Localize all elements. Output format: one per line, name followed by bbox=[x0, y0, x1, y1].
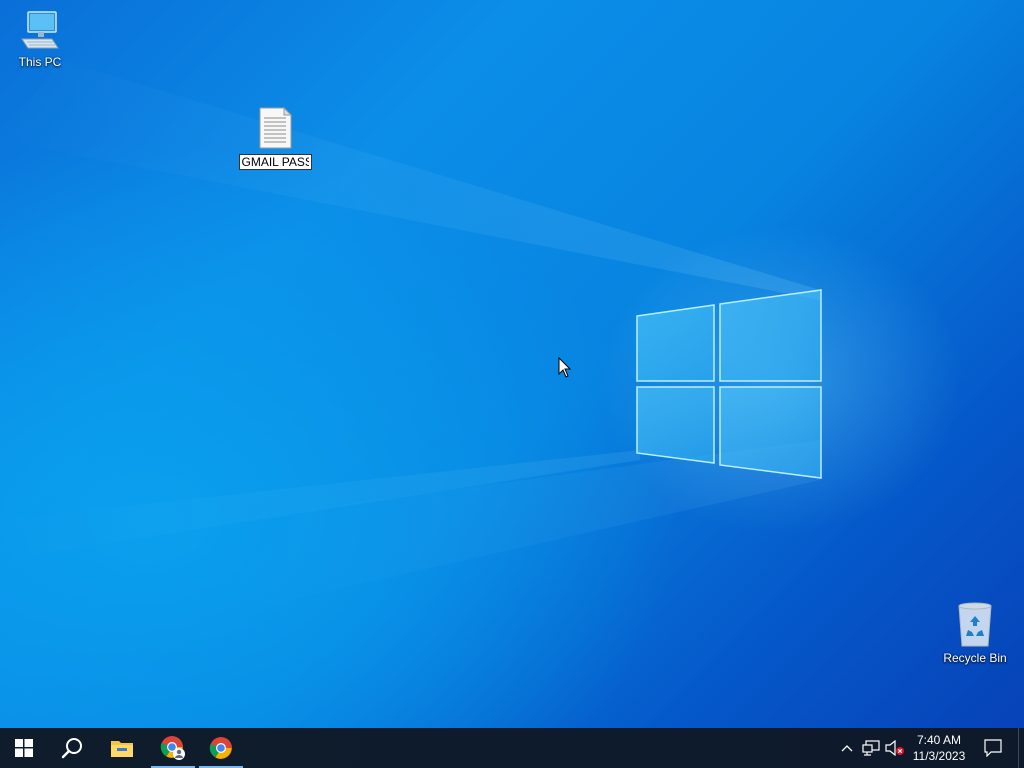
windows-start-icon bbox=[15, 739, 33, 757]
volume-button[interactable] bbox=[884, 728, 906, 768]
this-pc-label: This PC bbox=[18, 55, 62, 69]
folder-icon bbox=[111, 741, 133, 757]
action-center-icon bbox=[984, 739, 1002, 757]
chrome-icon bbox=[209, 737, 232, 759]
search-icon bbox=[61, 738, 82, 759]
network-icon bbox=[862, 740, 880, 756]
windows-logo bbox=[636, 289, 822, 479]
chevron-up-icon bbox=[841, 745, 853, 752]
mouse-cursor-icon bbox=[558, 357, 572, 378]
desktop[interactable]: This PC GMAIL PASS Recycle Bin bbox=[0, 0, 1024, 728]
this-pc-shortcut[interactable]: This PC bbox=[2, 8, 78, 69]
show-desktop-button[interactable] bbox=[1018, 728, 1024, 768]
clock[interactable]: 7:40 AM 11/3/2023 bbox=[906, 731, 972, 765]
chrome-button[interactable] bbox=[197, 728, 245, 768]
network-button[interactable] bbox=[860, 728, 882, 768]
volume-muted-icon bbox=[885, 740, 904, 756]
file-explorer-button[interactable] bbox=[98, 728, 146, 768]
show-hidden-icons-button[interactable] bbox=[836, 728, 858, 768]
recycle-bin-icon bbox=[958, 602, 992, 647]
clock-time: 7:40 AM bbox=[916, 733, 962, 747]
rename-input[interactable] bbox=[238, 154, 312, 170]
text-document-icon bbox=[259, 106, 293, 149]
start-button[interactable] bbox=[0, 728, 48, 768]
chrome-profile-icon bbox=[160, 736, 185, 760]
action-center-button[interactable] bbox=[978, 728, 1008, 768]
recycle-bin-label: Recycle Bin bbox=[943, 651, 1007, 665]
wallpaper bbox=[0, 60, 822, 620]
chrome-profile-button[interactable] bbox=[149, 728, 197, 768]
recycle-bin-shortcut[interactable]: Recycle Bin bbox=[937, 600, 1013, 665]
clock-date: 11/3/2023 bbox=[912, 749, 966, 763]
taskbar: 7:40 AM 11/3/2023 bbox=[0, 728, 1024, 768]
computer-icon bbox=[21, 11, 59, 49]
text-file-shortcut[interactable] bbox=[235, 106, 315, 170]
search-button[interactable] bbox=[48, 728, 96, 768]
